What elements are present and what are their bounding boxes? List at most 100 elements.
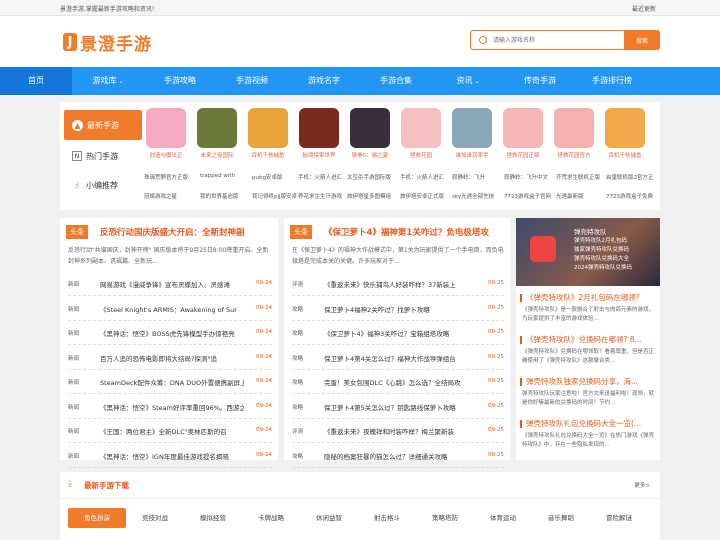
game-card[interactable]: 拯救花园官方 [552,108,596,159]
news-item[interactable]: 新闻 《黑神话：悟空》IGN年度最佳游戏提名揭晓 09-24 [68,444,272,468]
banner-line: 弹壳特攻队兑换码大全 [574,256,630,262]
game-card[interactable]: 拯救花园 [399,108,443,159]
news-item[interactable]: 评测 《重返未来》夜魄祥和时装咋样？梅兰聚新装 09-25 [292,419,504,443]
chevron-down-icon: ⌄ [118,78,124,85]
featured-title[interactable]: 弹壳特攻队礼包兑换码大全一览(... [526,418,658,429]
game-text-link[interactable]: 太空杀手游国际版 [347,173,391,181]
news-item[interactable]: 新闻 《黑神话：悟空》Steam好评率重回96%。西游之 09-24 [68,395,272,419]
game-text-link[interactable]: 光遇最新版 [556,192,584,200]
banner-line: 独家弹壳特攻队兑换码 [574,247,630,253]
news-date: 09-24 [256,402,272,409]
more-link[interactable]: 更多> [634,481,650,489]
category-tab[interactable]: 休闲益智 [300,508,358,528]
side-hot-games[interactable]: N 热门手游 [64,141,142,171]
nav-news[interactable]: 资讯 ⌄ [432,67,504,95]
game-text-link[interactable]: 7723游戏盒子官网 [504,192,551,200]
game-icon [503,108,543,148]
category-tab[interactable]: 冒险解谜 [590,508,648,528]
news-tag: 攻略 [292,453,304,460]
news-item[interactable]: 攻略 隐秘的档案狂暴的猫怎么过？详细通关攻略 09-25 [292,444,504,468]
news-item[interactable]: 新闻 百万人追的恐怖电影即将大结局?探测"追 09-24 [68,346,272,370]
divider [60,498,660,499]
news-item[interactable]: 攻略 保卫萝卜4第4关怎么过？福神大作战导弹组台 09-25 [292,346,504,370]
news-item[interactable]: 新闻 《Steel Knight's ARMIS：Awakening of Sur… [68,297,272,321]
featured-title[interactable]: 《弹壳特攻队》2月礼包码在哪领? [526,292,658,303]
side-latest-games[interactable]: ▲ 最新手游 [64,110,142,140]
game-text-link[interactable]: 寂静岭：飞升 [452,173,485,181]
featured-title[interactable]: 《弹壳特攻队》兑换码在哪领? 8... [526,334,658,345]
game-text-link[interactable]: pubg安卓版 [252,173,282,181]
search-button[interactable]: 搜索 [624,30,660,50]
game-text-link[interactable]: trapped with [200,173,235,179]
news-item[interactable]: 新闻 《黑神话：悟空》BOSS虎先锋模型手办惊艳亮 09-24 [68,321,272,345]
game-text-link[interactable]: 启皇联机版2官方正 [606,173,654,181]
side-editor-picks[interactable]: ☝ 小编推荐 [64,170,142,200]
game-card[interactable]: 秘境探索世界 [297,108,341,159]
search-box: 搜索 [470,30,660,50]
nav-home[interactable]: 首页 [0,67,72,95]
side-label: 最新手游 [87,120,119,130]
news-item[interactable]: 攻略 《保卫萝卜4》福神3关咋过？宝箱组塔攻略 09-25 [292,321,504,345]
news-date: 09-24 [256,378,272,384]
game-text-link[interactable]: 珠璃荒野官方正版 [144,173,188,181]
news-item[interactable]: 攻略 完蛋！美女包围DLC《心跳》怎么选？全结局攻 09-25 [292,370,504,394]
category-tab[interactable]: 卡牌战略 [242,508,300,528]
nav-game-names[interactable]: 游戏名字 [288,67,360,95]
featured-title[interactable]: 弹壳特攻队独家兑换码分享，海... [526,376,658,387]
category-tab[interactable]: 竞技对战 [126,508,184,528]
site-logo[interactable]: J 景澄手游 [63,31,152,55]
category-tab[interactable]: 模拟经营 [184,508,242,528]
featured-banner[interactable]: 弹壳特攻队 弹壳特攻队2月礼包码 独家弹壳特攻队兑换码 弹壳特攻队兑换码大全 2… [516,218,660,286]
nav-rankings[interactable]: 手游排行榜 [576,67,648,95]
game-card[interactable]: 拯救花园正版 [501,108,545,159]
news-item[interactable]: 新闻 SteamDeck配件众筹：DNA DUO外置便携副屏上 09-24 [68,370,272,394]
category-tab[interactable]: 角色扮演 [68,508,126,528]
game-text-link[interactable]: 手机：火箭人进汇 [400,173,444,181]
game-text-link[interactable]: 齐荒求生联机正版 [556,173,600,181]
nav-guides[interactable]: 手游攻略 [144,67,216,95]
game-card[interactable]: 百机千核捕鱼 [246,108,290,159]
news-item[interactable]: 新闻 《王国：两位君主》全新DLC"奥林匹斯的召 09-24 [68,419,272,443]
banner-line: 2024弹壳特攻队兑换码 [574,265,632,271]
game-text-link[interactable]: sky光遇全部先技 [452,192,494,200]
recent-updates-link[interactable]: 最近更新 [632,4,656,13]
game-card[interactable]: 谁加谁润率手 [450,108,494,159]
featured-desc: 《弹壳特攻队礼包兑换码大全一览》在热门游戏《弹壳特攻队》中，存在一些隐私发现的.… [522,433,655,448]
headline-title[interactable]: 反恐行动国庆版盛大开启：全新封神副 [100,226,245,238]
category-tab[interactable]: 音乐舞蹈 [532,508,590,528]
game-text-link[interactable]: 我的世界基岩版 [200,192,239,200]
nav-legend-games[interactable]: 传奇手游 [504,67,576,95]
category-tab[interactable]: 策略塔防 [416,508,474,528]
game-text-link[interactable]: 7723游戏盒子免费 [606,192,653,200]
news-tag: 新闻 [68,404,80,411]
game-text-link[interactable]: 旅伊塔星多图模组 [347,192,391,200]
news-item[interactable]: 攻略 保卫萝卜4福神2关咋过？找萝卜攻略 09-25 [292,297,504,321]
news-tag: 攻略 [292,404,304,411]
nav-videos[interactable]: 手游视频 [216,67,288,95]
news-item[interactable]: 新闻 网易游戏《漫威争锋》宣布灵蝶加入、灵感滩 09-24 [68,272,272,296]
search-input[interactable] [493,33,623,47]
game-icon [605,108,645,148]
headline-title[interactable]: 《保卫萝卜4》福神第1关咋过？负电极塔攻 [324,226,489,238]
game-text-link[interactable]: 手机：火箭人进汇 [298,173,342,181]
news-title: 《重返未来》夜魄祥和时装咋样？梅兰聚新装 [324,428,454,436]
category-tab[interactable]: 射击格斗 [358,508,416,528]
nav-collections[interactable]: 手游合集 [360,67,432,95]
game-card[interactable]: 未来之役国际 [195,108,239,159]
game-text-link[interactable]: 寂静岭：飞升中文 [504,173,548,181]
nav-game-library[interactable]: 游戏库 ⌄ [72,67,144,95]
news-item[interactable]: 攻略 保卫萝卜4第5关怎么过？钥匙路线保萝卜攻略 09-25 [292,395,504,419]
game-card[interactable]: 铁拳5：格之夏 [348,108,392,159]
game-card[interactable]: 创造与魔法正 [144,108,188,159]
game-card[interactable]: 百机千核捕鱼 [603,108,647,159]
game-text-link[interactable]: 养花求生生汗游戏 [298,192,342,200]
news-tag: 新闻 [68,306,80,313]
game-text-link[interactable]: 我记得终pjj版安卓 [252,192,297,200]
game-text-link[interactable]: 旅伊塔安卓正式版 [400,192,444,200]
game-logo-icon [530,236,556,262]
game-text-link[interactable]: 冠姬游戏之星 [144,192,177,200]
news-item[interactable]: 评测 《重返未来》快乐捕鸟人好装咋样？37新装上 09-25 [292,272,504,296]
game-name: 百机千核捕鱼 [608,153,642,159]
news-title: 《Steel Knight's ARMIS：Awakening of Sur [100,305,237,314]
category-tab[interactable]: 体育运动 [474,508,532,528]
